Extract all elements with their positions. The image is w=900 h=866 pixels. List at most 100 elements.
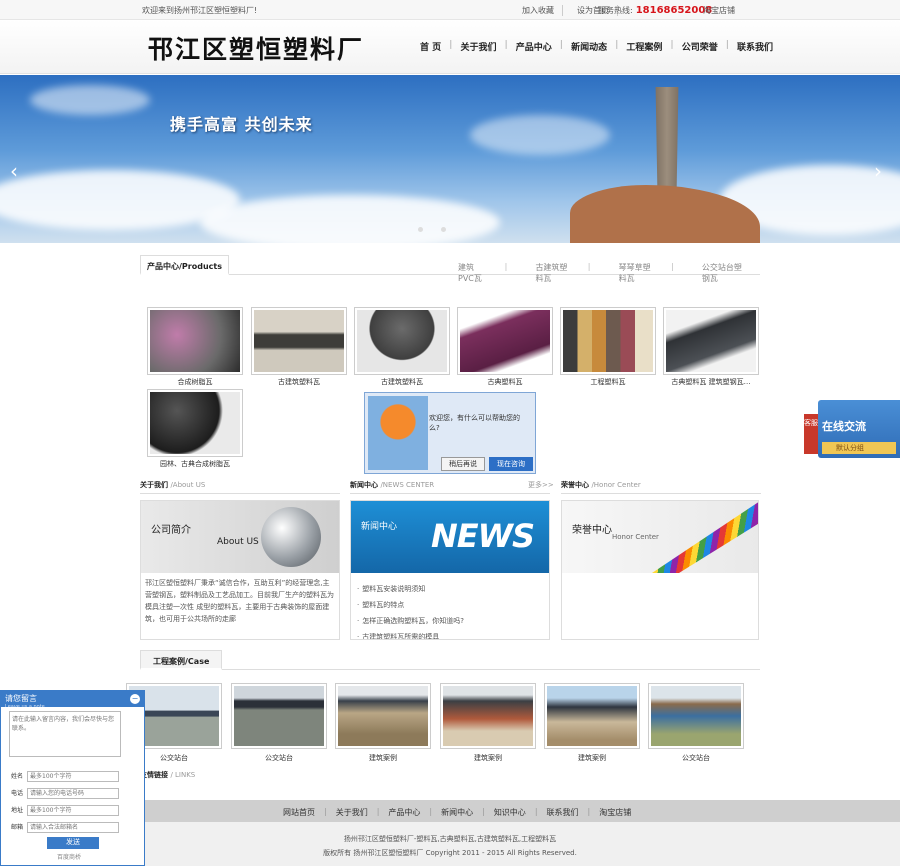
name-label: 姓名 — [11, 773, 24, 780]
consult-now-button[interactable]: 现在咨询 — [489, 457, 533, 471]
message-box-title: 请您留言 — [5, 694, 37, 703]
honor-heading: 荣誉中心 /Honor Center — [561, 480, 641, 490]
email-label: 邮箱 — [11, 824, 24, 831]
case-thumb[interactable] — [648, 683, 744, 749]
category-link[interactable]: 琴琴草塑料瓦 — [619, 262, 653, 284]
about-heading-text: 关于我们 — [140, 481, 168, 489]
email-input[interactable] — [27, 822, 119, 833]
send-button[interactable]: 发送 — [47, 837, 99, 849]
category-link[interactable]: 建筑PVC瓦 — [458, 262, 487, 284]
globe-icon — [261, 507, 321, 567]
nav-products[interactable]: 产品中心 — [508, 40, 560, 53]
product-thumb[interactable] — [147, 389, 243, 457]
chat-invite-popup: 欢迎您，有什么可以帮助您的么? 稍后再说 现在咨询 — [364, 392, 536, 474]
product-thumb[interactable] — [147, 307, 243, 375]
footer-link-taobao[interactable]: 淘宝店铺 — [590, 807, 640, 818]
nav-cases[interactable]: 工程案例 — [618, 40, 670, 53]
case-label[interactable]: 公交站台 — [231, 753, 327, 763]
honor-heading-text: 荣誉中心 — [561, 481, 589, 489]
hotline-number: 18168652008 — [635, 5, 713, 16]
hero-banner[interactable]: 携手高富 共创未来 ‹ › — [0, 75, 900, 243]
footer-link-about[interactable]: 关于我们 — [327, 807, 377, 818]
news-more-link[interactable]: 更多>> — [528, 480, 554, 490]
nav-home[interactable]: 首 页 — [412, 40, 449, 53]
message-box-subtitle: Leave us a note — [5, 704, 45, 710]
product-label[interactable]: 工程塑料瓦 — [560, 377, 656, 387]
welcome-text: 欢迎来到扬州邗江区塑恒塑料厂! — [142, 6, 258, 15]
message-textarea[interactable] — [9, 711, 121, 757]
product-label[interactable]: 古建筑塑料瓦 — [251, 377, 347, 387]
case-label[interactable]: 建筑案例 — [440, 753, 536, 763]
news-heading-sub: /NEWS CENTER — [380, 481, 435, 489]
email-row: 邮箱 — [11, 822, 123, 834]
site-logo[interactable]: 邗江区塑恒塑料厂 — [148, 30, 364, 66]
news-panel-word: NEWS — [431, 517, 535, 555]
nav-contact[interactable]: 联系我们 — [729, 40, 781, 53]
name-input[interactable] — [27, 771, 119, 782]
product-thumb[interactable] — [251, 307, 347, 375]
news-heading-text: 新闻中心 — [350, 481, 378, 489]
footer-link-news[interactable]: 新闻中心 — [432, 807, 482, 818]
case-label[interactable]: 建筑案例 — [544, 753, 640, 763]
case-thumb[interactable] — [544, 683, 640, 749]
news-item[interactable]: 怎样正确选购塑料瓦，你知道吗? — [357, 613, 464, 629]
products-header: 产品中心/Products 建筑PVC瓦 | 古建筑塑料瓦 | 琴琴草塑料瓦 | 公交… — [140, 255, 760, 283]
product-label[interactable]: 古建筑塑料瓦 — [354, 377, 450, 387]
later-button[interactable]: 稍后再说 — [441, 457, 485, 471]
footer-link-knowledge[interactable]: 知识中心 — [485, 807, 535, 818]
news-item[interactable]: 塑料瓦的特点 — [357, 597, 464, 613]
news-panel: 新闻中心 NEWS 塑料瓦安装说明须知 塑料瓦的特点 怎样正确选购塑料瓦，你知道… — [350, 500, 550, 640]
honor-heading-sub: /Honor Center — [591, 481, 641, 489]
product-label[interactable]: 园林、古典合成树脂瓦 — [147, 459, 243, 469]
footer-link-contact[interactable]: 联系我们 — [538, 807, 588, 818]
banner-next-arrow-icon[interactable]: › — [874, 161, 888, 181]
product-label[interactable]: 古典塑料瓦 — [457, 377, 553, 387]
banner-prev-arrow-icon[interactable]: ‹ — [10, 161, 24, 181]
news-item[interactable]: 塑料瓦安装说明须知 — [357, 581, 464, 597]
baidu-shangqiao-label: 百度商桥 — [57, 854, 82, 861]
address-input[interactable] — [27, 805, 119, 816]
product-label[interactable]: 合成树脂瓦 — [147, 377, 243, 387]
online-tag: 客服 — [804, 414, 818, 454]
online-group[interactable]: 默认分组 — [822, 442, 896, 454]
footer-link-home[interactable]: 网站首页 — [274, 807, 324, 818]
about-heading: 关于我们 /About US — [140, 480, 205, 490]
nav-about[interactable]: 关于我们 — [452, 40, 504, 53]
product-label[interactable]: 古典塑料瓦 建筑塑钢瓦… — [663, 377, 759, 387]
message-box: 请您留言 Leave us a note − 姓名 电话 地址 邮箱 发送 百度… — [0, 690, 145, 866]
category-link[interactable]: 古建筑塑料瓦 — [535, 262, 569, 284]
nav-news[interactable]: 新闻动态 — [563, 40, 615, 53]
case-label[interactable]: 建筑案例 — [335, 753, 431, 763]
news-item[interactable]: 古建筑塑料瓦所需的模具 — [357, 629, 464, 639]
add-favorite-link[interactable]: 加入收藏 — [522, 5, 563, 16]
address-row: 地址 — [11, 805, 123, 817]
honor-panel[interactable]: 荣誉中心 Honor Center — [561, 500, 759, 640]
about-panel[interactable]: 公司简介 About US 邗江区塑恒塑料厂秉承“诚信合作，互助互利”的经营理念… — [140, 500, 340, 640]
about-text: 邗江区塑恒塑料厂秉承“诚信合作，互助互利”的经营理念,主营塑钢瓦，塑料制品及工艺… — [145, 579, 334, 623]
hotline: 服务热线: 18168652008 — [598, 5, 712, 16]
taobao-link[interactable]: 淘宝店铺 — [703, 5, 735, 16]
case-label[interactable]: 公交站台 — [648, 753, 744, 763]
phone-input[interactable] — [27, 788, 119, 799]
category-link[interactable]: 公交站台塑钢瓦 — [702, 262, 742, 284]
hotline-label: 服务热线: — [598, 6, 633, 15]
case-thumb[interactable] — [231, 683, 327, 749]
banner-dot-1[interactable] — [418, 227, 423, 232]
footer-link-products[interactable]: 产品中心 — [379, 807, 429, 818]
honor-panel-en: Honor Center — [612, 533, 659, 541]
product-thumb[interactable] — [663, 307, 759, 375]
case-thumb[interactable] — [440, 683, 536, 749]
news-heading: 新闻中心 /NEWS CENTER — [350, 480, 434, 490]
address-label: 地址 — [11, 807, 24, 814]
message-box-header: 请您留言 Leave us a note — [1, 691, 144, 710]
case-thumb[interactable] — [335, 683, 431, 749]
product-thumb[interactable] — [354, 307, 450, 375]
products-title: 产品中心/Products — [140, 255, 229, 275]
online-service-widget[interactable]: 客服 在线交流 默认分组 — [804, 400, 900, 458]
nav-honor[interactable]: 公司荣誉 — [674, 40, 726, 53]
minimize-icon[interactable]: − — [130, 694, 140, 704]
product-thumb[interactable] — [457, 307, 553, 375]
banner-dot-2[interactable] — [441, 227, 446, 232]
phone-row: 电话 — [11, 788, 123, 800]
product-thumb[interactable] — [560, 307, 656, 375]
